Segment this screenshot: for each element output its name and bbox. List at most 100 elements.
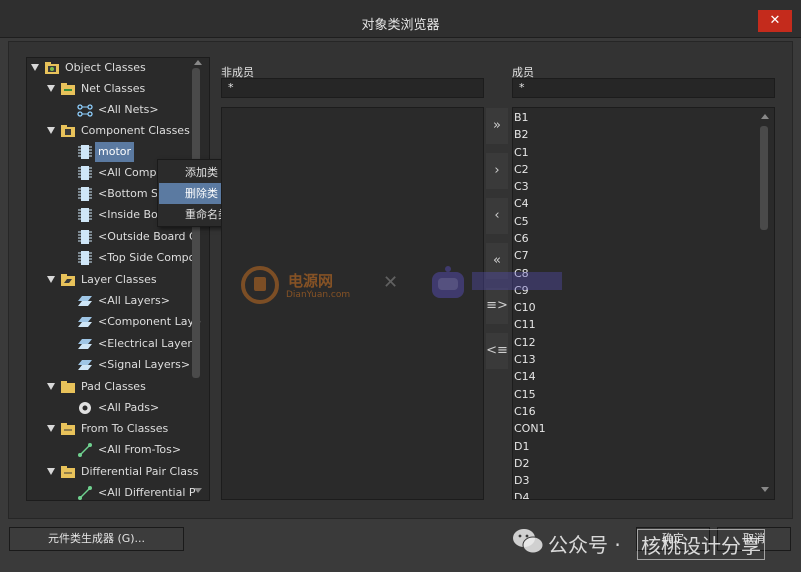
list-item[interactable]: C15	[514, 386, 536, 403]
tree-item-label: <Electrical Layers	[98, 337, 198, 350]
members-scroll-down-icon[interactable]	[761, 487, 769, 492]
expand-arrow-icon[interactable]	[31, 64, 39, 71]
tree-item-layer-classes[interactable]: Layer Classes	[27, 270, 207, 290]
fromto-icon	[78, 443, 92, 457]
list-item[interactable]: C12	[514, 334, 536, 351]
members-scrollbar[interactable]	[760, 126, 768, 230]
window-title: 对象类浏览器	[361, 18, 440, 33]
watermark-site-domain: DianYuan.com	[286, 290, 351, 300]
expand-arrow-icon[interactable]	[47, 468, 55, 475]
tree-item-outside-board-components[interactable]: <Outside Board C	[27, 227, 207, 247]
list-item[interactable]: C13	[514, 351, 536, 368]
expand-arrow-icon[interactable]	[47, 127, 55, 134]
watermark-times: ✕	[383, 272, 399, 293]
component-icon	[78, 251, 92, 265]
list-item[interactable]: C11	[514, 316, 536, 333]
net-classes-icon	[61, 83, 75, 95]
robot-logo	[432, 266, 464, 298]
move-buttons: » › ‹ « ≡> <≡	[486, 108, 508, 369]
list-item[interactable]: C3	[514, 178, 529, 195]
tree-scroll-up-icon[interactable]	[194, 60, 202, 65]
tree-item-label: <Inside Boa	[98, 208, 165, 221]
tree-item-electrical-layers[interactable]: <Electrical Layers	[27, 334, 207, 354]
move-left-button[interactable]: ‹	[486, 198, 508, 234]
dianyuan-logo	[241, 266, 279, 304]
list-item[interactable]: C5	[514, 213, 529, 230]
tree-item-signal-layers[interactable]: <Signal Layers>	[27, 355, 207, 375]
watermark-account-prefix: 公众号 ·	[548, 533, 621, 557]
tree-item-top-side-components[interactable]: <Top Side Compo	[27, 248, 207, 268]
object-classes-icon	[45, 62, 59, 74]
expand-arrow-icon[interactable]	[47, 383, 55, 390]
tree-item-component-classes[interactable]: Component Classes	[27, 121, 207, 141]
tree-item-all-fromtos[interactable]: <All From-Tos>	[27, 440, 207, 460]
tree-item-all-pads[interactable]: <All Pads>	[27, 398, 207, 418]
list-item[interactable]: C10	[514, 299, 536, 316]
move-selected-right-button[interactable]: ≡>	[486, 288, 508, 324]
list-item[interactable]: B2	[514, 126, 529, 143]
list-item[interactable]: C4	[514, 195, 529, 212]
expand-arrow-icon[interactable]	[47, 85, 55, 92]
tree-item-label: <Component Laye	[98, 315, 201, 328]
members-filter-input[interactable]: *	[512, 78, 775, 98]
class-generator-button[interactable]: 元件类生成器 (G)...	[9, 527, 184, 551]
tree-item-fromto-classes[interactable]: From To Classes	[27, 419, 207, 439]
tree-item-label: <Outside Board C	[98, 230, 197, 243]
layer-icon	[78, 360, 92, 370]
tree-item-all-layers[interactable]: <All Layers>	[27, 291, 207, 311]
tree-item-label: Object Classes	[65, 61, 146, 74]
tree-item-component-layers[interactable]: <Component Laye	[27, 312, 207, 332]
watermark-account-name: 核桃设计分享	[637, 529, 765, 560]
tree-item-diffpair-classes[interactable]: Differential Pair Class	[27, 462, 207, 482]
tree-item-label: Pad Classes	[81, 380, 146, 393]
component-icon	[78, 230, 92, 244]
tree-item-object-classes[interactable]: Object Classes	[27, 58, 207, 78]
members-scroll-up-icon[interactable]	[761, 114, 769, 119]
close-button[interactable]: ✕	[758, 10, 792, 32]
list-item[interactable]: D3	[514, 472, 529, 489]
watermark-robot-text-block	[472, 272, 562, 290]
tree-item-label: <Top Side Compo	[98, 251, 196, 264]
list-item[interactable]: C14	[514, 368, 536, 385]
tree-item-all-diffpairs[interactable]: <All Differential P	[27, 483, 207, 500]
component-icon	[78, 166, 92, 180]
list-item[interactable]: C1	[514, 144, 529, 161]
tree-item-pad-classes[interactable]: Pad Classes	[27, 377, 207, 397]
pad-classes-icon	[61, 381, 75, 393]
layer-icon	[78, 339, 92, 349]
tree-item-net-classes[interactable]: Net Classes	[27, 79, 207, 99]
class-tree[interactable]: Object Classes Net Classes <All Nets> Co…	[26, 57, 210, 501]
move-right-button[interactable]: ›	[486, 153, 508, 189]
layer-icon	[78, 317, 92, 327]
list-item[interactable]: B1	[514, 109, 529, 126]
tree-item-label: <All From-Tos>	[98, 443, 182, 456]
move-selected-left-button[interactable]: <≡	[486, 333, 508, 369]
component-icon	[78, 187, 92, 201]
component-icon	[78, 208, 92, 222]
list-item[interactable]: D1	[514, 438, 529, 455]
tree-scroll-down-icon[interactable]	[194, 488, 202, 493]
list-item[interactable]: C7	[514, 247, 529, 264]
tree-item-label: Net Classes	[81, 82, 146, 95]
list-item[interactable]: CON1	[514, 420, 546, 437]
move-all-right-button[interactable]: »	[486, 108, 508, 144]
layer-classes-icon	[61, 274, 75, 286]
fromto-classes-icon	[61, 423, 75, 435]
tree-item-all-nets[interactable]: <All Nets>	[27, 100, 207, 120]
tree-item-label: motor	[95, 142, 135, 162]
non-members-filter-input[interactable]: *	[221, 78, 484, 98]
tree-item-label: <All Layers>	[98, 294, 170, 307]
list-item[interactable]: C16	[514, 403, 536, 420]
list-item[interactable]: D2	[514, 455, 529, 472]
diffpair-classes-icon	[61, 466, 75, 478]
layer-icon	[78, 296, 92, 306]
component-icon	[78, 145, 92, 159]
members-list[interactable]: B1 B2 C1 C2 C3 C4 C5 C6 C7 C8 C9 C10 C11…	[512, 107, 775, 500]
expand-arrow-icon[interactable]	[47, 276, 55, 283]
list-item[interactable]: D4	[514, 489, 529, 499]
expand-arrow-icon[interactable]	[47, 425, 55, 432]
list-item[interactable]: C2	[514, 161, 529, 178]
net-icon	[77, 104, 93, 117]
watermark-site-name: 电源网	[288, 272, 334, 290]
list-item[interactable]: C6	[514, 230, 529, 247]
